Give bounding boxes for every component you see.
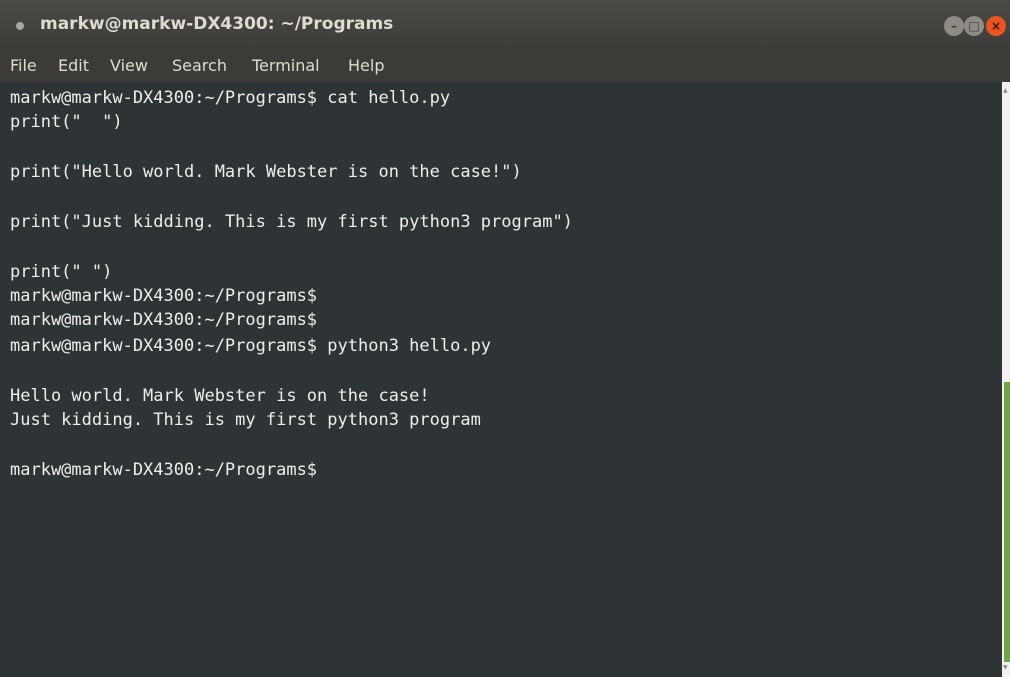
terminal-window: markw@markw-DX4300: ~/Programs – □ × Fil… bbox=[0, 0, 1010, 677]
terminal-line: print(" ") bbox=[10, 262, 113, 282]
terminal-output[interactable]: markw@markw-DX4300:~/Programs$ cat hello… bbox=[0, 82, 1002, 677]
menu-file[interactable]: File bbox=[10, 56, 37, 75]
scrollbar[interactable]: ▲ ▼ bbox=[1002, 82, 1010, 677]
terminal-line: Just kidding. This is my first python3 p… bbox=[10, 410, 481, 430]
minimize-icon[interactable]: – bbox=[944, 16, 964, 36]
scroll-down-icon[interactable]: ▼ bbox=[1003, 665, 1009, 671]
menu-search[interactable]: Search bbox=[172, 56, 227, 75]
terminal-line: markw@markw-DX4300:~/Programs$ python3 h… bbox=[10, 336, 492, 356]
scrollbar-thumb[interactable] bbox=[1004, 382, 1010, 662]
terminal-line: markw@markw-DX4300:~/Programs$ bbox=[10, 310, 318, 330]
window-title: markw@markw-DX4300: ~/Programs bbox=[40, 14, 394, 34]
menu-terminal[interactable]: Terminal bbox=[252, 56, 320, 75]
terminal-line: print("Just kidding. This is my first py… bbox=[10, 212, 573, 232]
menu-help[interactable]: Help bbox=[348, 56, 384, 75]
maximize-icon[interactable]: □ bbox=[964, 16, 984, 36]
terminal-line: print("Hello world. Mark Webster is on t… bbox=[10, 162, 522, 182]
scroll-up-icon[interactable]: ▲ bbox=[1003, 88, 1009, 94]
menu-view[interactable]: View bbox=[110, 56, 148, 75]
terminal-line: markw@markw-DX4300:~/Programs$ cat hello… bbox=[10, 88, 451, 108]
terminal-line: Hello world. Mark Webster is on the case… bbox=[10, 386, 430, 406]
menu-bar: File Edit View Search Terminal Help bbox=[0, 50, 1010, 82]
close-icon[interactable]: × bbox=[986, 16, 1006, 36]
terminal-dot-icon bbox=[16, 22, 24, 30]
title-bar[interactable]: markw@markw-DX4300: ~/Programs – □ × bbox=[0, 0, 1010, 50]
menu-edit[interactable]: Edit bbox=[58, 56, 89, 75]
terminal-line: markw@markw-DX4300:~/Programs$ bbox=[10, 460, 318, 480]
terminal-line: print(" ") bbox=[10, 112, 123, 132]
terminal-line: markw@markw-DX4300:~/Programs$ bbox=[10, 286, 318, 306]
